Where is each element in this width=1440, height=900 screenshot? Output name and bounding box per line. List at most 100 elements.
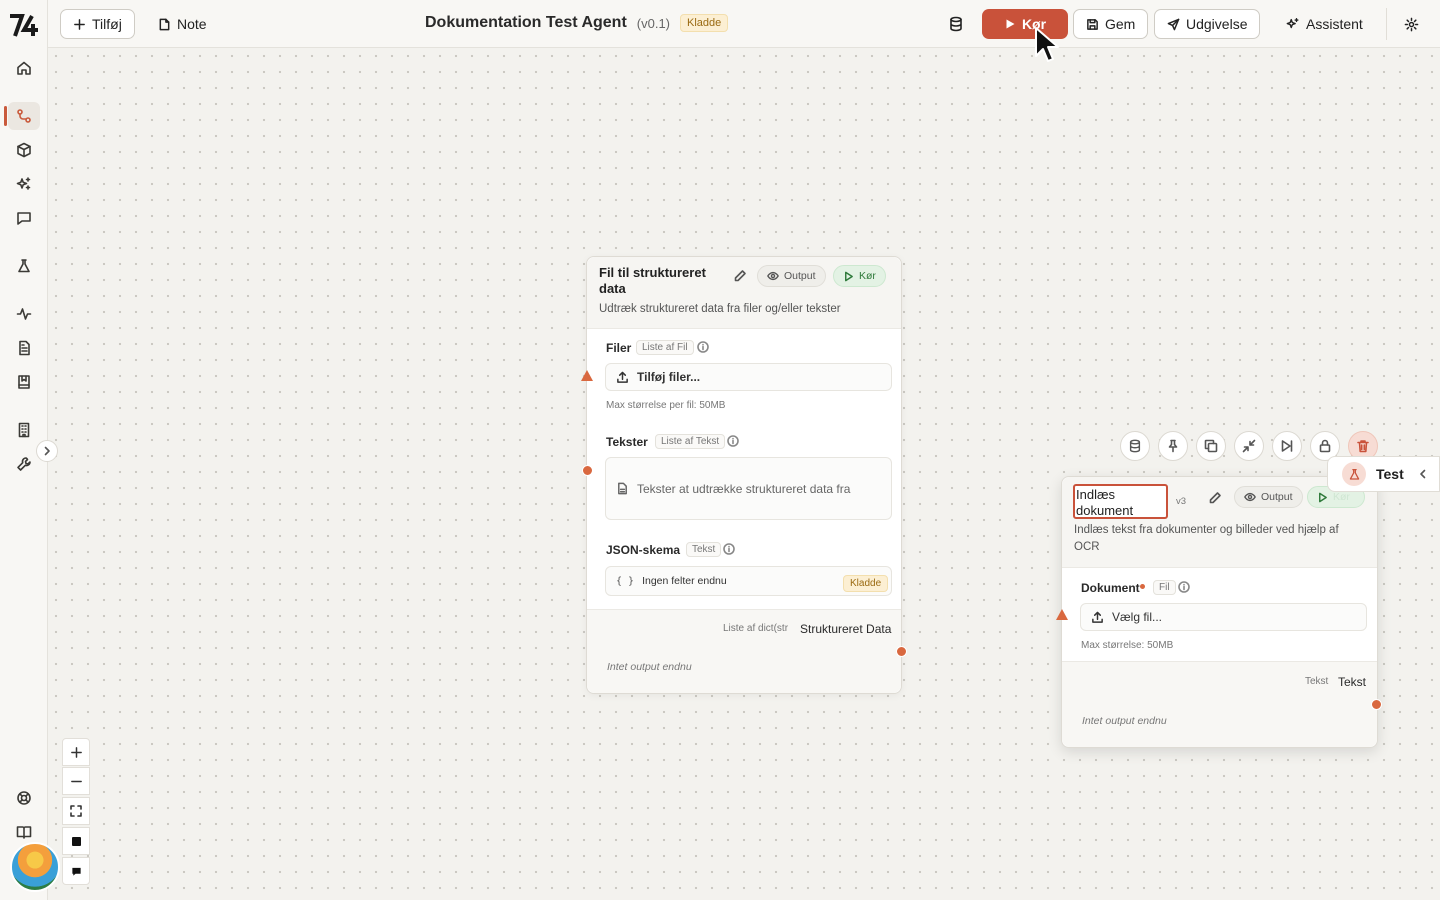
workflow-icon[interactable] <box>4 102 40 130</box>
database-button[interactable] <box>944 9 968 39</box>
home-icon[interactable] <box>8 54 40 82</box>
add-files-label: Tilføj filer... <box>637 370 701 384</box>
choose-file-label: Vælg fil... <box>1112 610 1163 624</box>
square-icon <box>71 836 81 846</box>
lock-icon <box>1319 439 1331 453</box>
workflow-title[interactable]: Dokumentation Test Agent <box>425 14 627 32</box>
assistant-button-label: Assistent <box>1306 16 1363 32</box>
field-label-files: Filer <box>606 341 632 355</box>
field-type-texts: Liste af Tekst <box>655 434 726 449</box>
node-version: v3 <box>1176 496 1187 507</box>
add-button[interactable]: Tilføj <box>60 9 135 39</box>
user-avatar[interactable] <box>10 842 60 892</box>
play-icon <box>1319 492 1327 502</box>
field-type-files: Liste af Fil <box>636 340 694 355</box>
sparkles-icon[interactable] <box>8 170 40 198</box>
chevron-left-icon <box>1419 469 1426 479</box>
fit-view-button[interactable] <box>62 797 90 825</box>
comment-toggle-button[interactable] <box>62 857 90 885</box>
texts-input[interactable]: Tekster at udtrække struktureret data fr… <box>605 457 892 520</box>
braces-icon: { } <box>616 575 635 587</box>
save-button-label: Gem <box>1105 16 1136 32</box>
info-icon[interactable] <box>697 341 709 353</box>
output-toggle-button[interactable]: Output <box>1234 486 1303 508</box>
output-toggle-button[interactable]: Output <box>757 265 826 287</box>
pin-button[interactable] <box>1158 431 1188 461</box>
support-icon[interactable] <box>8 784 40 812</box>
comment-icon <box>71 867 81 876</box>
trash-icon <box>1357 440 1369 453</box>
flask-icon[interactable] <box>8 252 40 280</box>
file-text-icon <box>618 482 627 495</box>
minus-icon <box>70 780 82 782</box>
pin-icon <box>1168 439 1178 453</box>
texts-input-handle[interactable] <box>582 465 593 476</box>
node-database-button[interactable] <box>1120 431 1150 461</box>
zoom-in-button[interactable] <box>62 738 90 766</box>
plus-icon <box>70 746 82 758</box>
publish-button[interactable]: Udgivelse <box>1154 9 1261 39</box>
output-empty-text: Intet output endnu <box>1082 715 1167 727</box>
play-icon <box>845 271 853 281</box>
field-label-json-schema: JSON-skema <box>606 543 681 557</box>
node-output-area: Liste af dict(str Struktureret Data Inte… <box>587 609 901 693</box>
assistant-button[interactable]: Assistent <box>1274 9 1375 39</box>
note-button-label: Note <box>177 16 207 32</box>
texts-placeholder: Tekster at udtrække struktureret data fr… <box>637 481 851 496</box>
settings-button[interactable] <box>1400 9 1423 39</box>
document-input-handle[interactable] <box>1056 609 1068 620</box>
node-run-label: Kør <box>1333 491 1350 503</box>
field-label-texts: Tekster <box>606 435 648 449</box>
note-button[interactable]: Note <box>146 9 219 39</box>
status-badge: Kladde <box>680 14 729 32</box>
pencil-icon[interactable] <box>1208 491 1222 505</box>
output-handle[interactable] <box>896 646 907 657</box>
choose-file-button[interactable]: Vælg fil... <box>1080 603 1367 631</box>
info-icon[interactable] <box>723 543 735 555</box>
output-type: Liste af dict(str <box>723 623 789 634</box>
node-load-document[interactable]: Indlæs dokument v3 Output Kør Indlæs tek… <box>1056 476 1382 748</box>
files-size-hint: Max størrelse per fil: 50MB <box>606 400 726 411</box>
book-icon[interactable] <box>8 368 40 396</box>
mouse-cursor <box>1034 26 1064 66</box>
output-type: Tekst <box>1305 676 1329 687</box>
skip-button[interactable] <box>1272 431 1302 461</box>
copy-icon <box>1204 439 1218 453</box>
stop-button[interactable] <box>62 827 90 855</box>
toolbar-divider <box>1386 8 1387 40</box>
info-icon[interactable] <box>727 435 739 447</box>
required-indicator <box>1140 584 1145 589</box>
add-files-button[interactable]: Tilføj filer... <box>605 363 892 391</box>
json-schema-draft-badge: Kladde <box>843 575 889 592</box>
upload-icon <box>617 371 628 383</box>
output-name: Struktureret Data <box>800 622 892 636</box>
activity-icon[interactable] <box>8 300 40 328</box>
wrench-icon[interactable] <box>8 450 40 478</box>
package-icon[interactable] <box>8 136 40 164</box>
info-icon[interactable] <box>1178 581 1190 593</box>
chat-icon[interactable] <box>8 204 40 232</box>
pencil-icon[interactable] <box>733 269 747 283</box>
zoom-out-button[interactable] <box>62 767 90 795</box>
building-icon[interactable] <box>8 416 40 444</box>
fullscreen-icon <box>70 805 82 817</box>
duplicate-button[interactable] <box>1196 431 1226 461</box>
save-icon <box>1087 18 1098 30</box>
app-logo[interactable] <box>8 12 40 40</box>
node-run-button[interactable]: Kør <box>833 265 886 287</box>
node-run-label: Kør <box>859 270 876 282</box>
expand-sidebar-button[interactable] <box>36 440 58 462</box>
save-button[interactable]: Gem <box>1073 9 1149 39</box>
node-file-to-structured-data[interactable]: Fil til struktureret data Output Kør Udt… <box>581 256 907 694</box>
minimize-icon <box>1242 439 1256 453</box>
minimize-button[interactable] <box>1234 431 1264 461</box>
database-icon <box>1129 439 1141 453</box>
files-input-handle[interactable] <box>581 370 593 381</box>
document-icon[interactable] <box>8 334 40 362</box>
node-title-edit-field[interactable]: Indlæs dokument <box>1073 484 1168 519</box>
field-type-json-schema: Tekst <box>686 542 722 557</box>
test-panel-toggle[interactable]: Test <box>1327 456 1440 492</box>
database-icon <box>950 16 962 32</box>
output-handle[interactable] <box>1371 699 1382 710</box>
node-title[interactable]: Fil til struktureret data <box>599 265 719 297</box>
